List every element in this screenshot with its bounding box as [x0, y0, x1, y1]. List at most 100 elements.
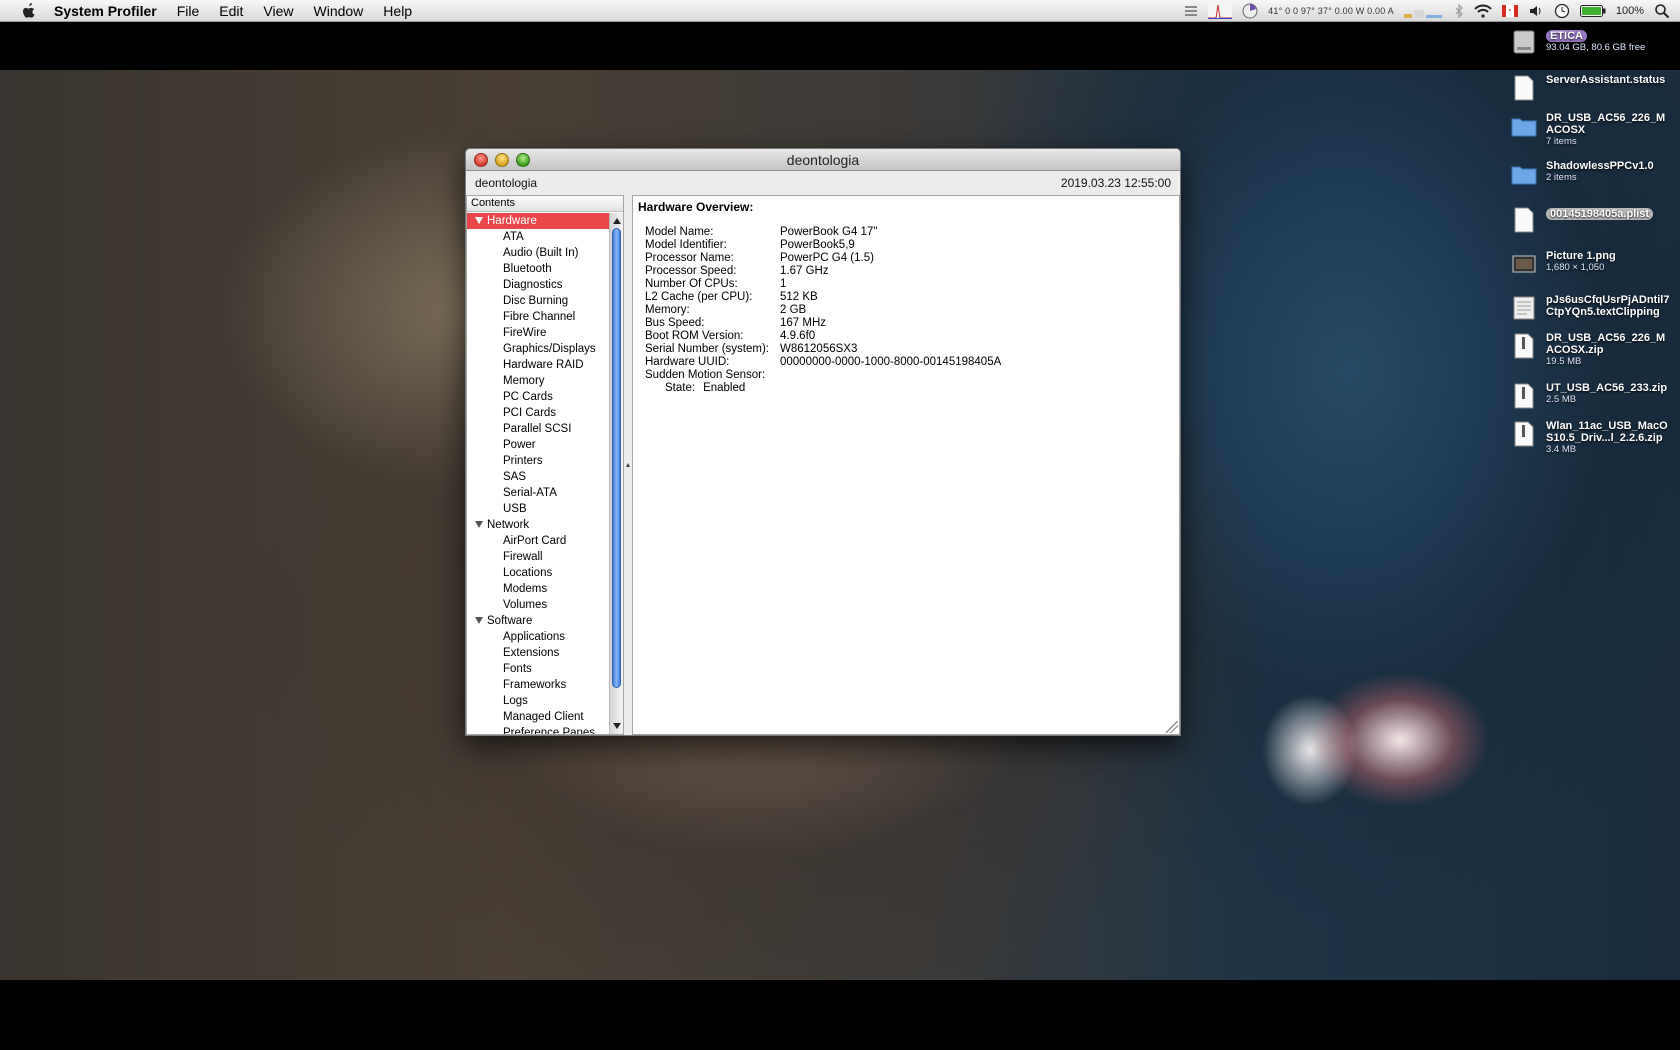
sidebar-scrollbar[interactable] — [609, 213, 623, 734]
tree-item-serial-ata[interactable]: Serial-ATA — [467, 485, 610, 501]
wifi-icon[interactable] — [1474, 3, 1492, 19]
tree-item-audio[interactable]: Audio (Built In) — [467, 245, 610, 261]
desktop-item-wlan-zip[interactable]: Wlan_11ac_USB_MacOS10.5_Driv...l_2.2.6.z… — [1500, 420, 1680, 456]
menu-view[interactable]: View — [263, 3, 293, 19]
detail-row: Model Identifier: PowerBook5,9 — [645, 239, 855, 251]
computer-name: deontologia — [475, 176, 538, 190]
desktop-item-name: ServerAssistant.status — [1546, 74, 1666, 86]
image-icon — [1510, 250, 1538, 278]
close-button[interactable] — [474, 153, 488, 167]
tree-item-preference-panes[interactable]: Preference Panes — [467, 725, 610, 734]
desktop-item-etica[interactable]: ETICA 93.04 GB, 80.6 GB free — [1500, 28, 1680, 56]
tree-item-firewire[interactable]: FireWire — [467, 325, 610, 341]
tree-item-memory[interactable]: Memory — [467, 373, 610, 389]
disk-activity-icon[interactable] — [1242, 3, 1258, 19]
disclosure-triangle-icon[interactable] — [475, 217, 483, 224]
desktop-item-textclipping[interactable]: pJs6usCfqUsrPjADntil7CtpYQn5.textClippin… — [1500, 294, 1680, 322]
sensor-readout[interactable]: 41° 0 0 97° 37° 0.00 W 0.00 A — [1268, 6, 1394, 16]
pane-splitter[interactable] — [624, 195, 632, 735]
tree-item-bluetooth[interactable]: Bluetooth — [467, 261, 610, 277]
desktop-item-shadowless-folder[interactable]: ShadowlessPPCv1.0 2 items — [1500, 160, 1680, 188]
zoom-button[interactable] — [516, 153, 530, 167]
tree-item-firewall[interactable]: Firewall — [467, 549, 610, 565]
disclosure-triangle-icon[interactable] — [475, 617, 483, 624]
desktop-item-plist[interactable]: 00145198405a.plist — [1500, 206, 1680, 234]
apple-menu-icon[interactable] — [18, 2, 40, 20]
desktop-item-name: ETICA — [1546, 30, 1587, 42]
detail-pane: Hardware Overview: Model Name: PowerBook … — [632, 195, 1180, 735]
folder-icon — [1510, 160, 1538, 188]
menu-meter-icon[interactable] — [1184, 3, 1198, 19]
tree-item-managed-client[interactable]: Managed Client — [467, 709, 610, 725]
tree-item-parallel-scsi[interactable]: Parallel SCSI — [467, 421, 610, 437]
detail-sub-row: State: Enabled — [665, 382, 746, 394]
desktop-item-dr-usb-folder[interactable]: DR_USB_AC56_226_MACOSX 7 items — [1500, 112, 1680, 148]
desktop-item-name: ShadowlessPPCv1.0 — [1546, 160, 1654, 172]
detail-row: Processor Speed: 1.67 GHz — [645, 265, 829, 277]
tree-item-extensions[interactable]: Extensions — [467, 645, 610, 661]
battery-icon[interactable] — [1579, 3, 1606, 19]
tree-group-software[interactable]: Software — [467, 613, 610, 629]
window-titlebar[interactable]: deontologia — [466, 149, 1180, 171]
scrollbar-thumb[interactable] — [612, 228, 621, 688]
tree-item-pc-cards[interactable]: PC Cards — [467, 389, 610, 405]
desktop-item-name: Wlan_11ac_USB_MacOS10.5_Driv...l_2.2.6.z… — [1546, 420, 1668, 444]
tree-item-fibre-channel[interactable]: Fibre Channel — [467, 309, 610, 325]
tree-item-hardware-raid[interactable]: Hardware RAID — [467, 357, 610, 373]
tree-item-usb[interactable]: USB — [467, 501, 610, 517]
document-icon — [1510, 206, 1538, 234]
tree-group-hardware[interactable]: Hardware — [467, 213, 610, 229]
desktop-item-ut-usb-zip[interactable]: UT_USB_AC56_233.zip 2.5 MB — [1500, 382, 1680, 410]
desktop-item-dr-usb-zip[interactable]: DR_USB_AC56_226_MACOSX.zip 19.5 MB — [1500, 332, 1680, 368]
tree-item-power[interactable]: Power — [467, 437, 610, 453]
desktop-item-info: 93.04 GB, 80.6 GB free — [1546, 42, 1646, 53]
bluetooth-icon[interactable] — [1454, 3, 1464, 19]
tree-item-diagnostics[interactable]: Diagnostics — [467, 277, 610, 293]
minimize-button[interactable] — [495, 153, 509, 167]
tree-item-disc-burning[interactable]: Disc Burning — [467, 293, 610, 309]
detail-row: Processor Name: PowerPC G4 (1.5) — [645, 252, 874, 264]
spotlight-search-icon[interactable] — [1654, 3, 1670, 19]
input-flag-icon[interactable] — [1501, 3, 1518, 19]
battery-percent[interactable]: 100% — [1616, 5, 1644, 17]
menu-extras: 41° 0 0 97° 37° 0.00 W 0.00 A 100% — [1184, 0, 1670, 22]
menu-edit[interactable]: Edit — [219, 3, 243, 19]
hard-drive-icon — [1510, 28, 1538, 56]
memory-graph-icon[interactable] — [1403, 3, 1444, 19]
tree-item-airport-card[interactable]: AirPort Card — [467, 533, 610, 549]
report-timestamp: 2019.03.23 12:55:00 — [1060, 176, 1171, 190]
contents-column-header[interactable]: Contents — [467, 196, 623, 212]
tree-item-printers[interactable]: Printers — [467, 453, 610, 469]
cpu-graph-icon[interactable] — [1208, 3, 1233, 19]
window-resize-grip-icon[interactable] — [1166, 721, 1178, 733]
menu-bar: System Profiler File Edit View Window He… — [0, 0, 1680, 22]
tree-item-applications[interactable]: Applications — [467, 629, 610, 645]
tree-group-network[interactable]: Network — [467, 517, 610, 533]
volume-icon[interactable] — [1528, 3, 1544, 19]
tree-item-fonts[interactable]: Fonts — [467, 661, 610, 677]
tree-item-graphics-displays[interactable]: Graphics/Displays — [467, 341, 610, 357]
disclosure-triangle-icon[interactable] — [475, 521, 483, 528]
scroll-down-arrow-icon[interactable] — [613, 723, 621, 729]
tree-item-ata[interactable]: ATA — [467, 229, 610, 245]
tree-item-sas[interactable]: SAS — [467, 469, 610, 485]
tree-item-locations[interactable]: Locations — [467, 565, 610, 581]
menu-help[interactable]: Help — [383, 3, 412, 19]
tree-item-logs[interactable]: Logs — [467, 693, 610, 709]
menu-file[interactable]: File — [177, 3, 200, 19]
screen-bottom-border — [0, 980, 1680, 1050]
desktop-item-serverassistant[interactable]: ServerAssistant.status — [1500, 74, 1680, 102]
tree-item-frameworks[interactable]: Frameworks — [467, 677, 610, 693]
tree-item-volumes[interactable]: Volumes — [467, 597, 610, 613]
desktop-item-picture[interactable]: Picture 1.png 1,680 × 1,050 — [1500, 250, 1680, 278]
menu-window[interactable]: Window — [314, 3, 364, 19]
tree-item-modems[interactable]: Modems — [467, 581, 610, 597]
tree-item-pci-cards[interactable]: PCI Cards — [467, 405, 610, 421]
scroll-up-arrow-icon[interactable] — [613, 218, 621, 224]
desktop-item-name: DR_USB_AC56_226_MACOSX.zip — [1546, 332, 1666, 356]
desktop-item-info: 19.5 MB — [1546, 356, 1582, 367]
time-machine-icon[interactable] — [1554, 3, 1570, 19]
desktop-item-name: pJs6usCfqUsrPjADntil7CtpYQn5.textClippin… — [1546, 294, 1670, 318]
desktop-item-info: 7 items — [1546, 136, 1577, 147]
menu-app-name[interactable]: System Profiler — [54, 3, 157, 19]
